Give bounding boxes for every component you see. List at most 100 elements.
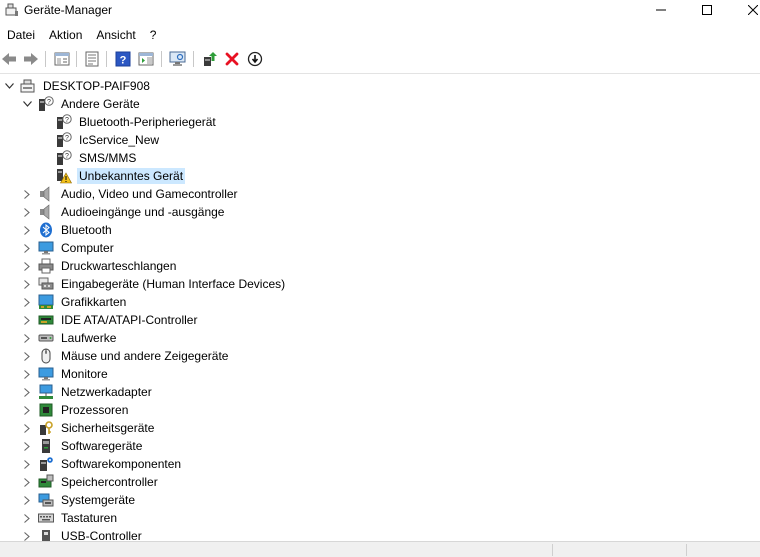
tree-category-monitors[interactable]: Monitore [22, 365, 110, 383]
tree-category-label: Monitore [61, 367, 108, 381]
tree-category-label: IDE ATA/ATAPI-Controller [61, 313, 198, 327]
close-button[interactable] [730, 0, 760, 20]
tree-device-item-selected[interactable]: Unbekanntes Gerät [56, 167, 186, 185]
tree-category-print-queues[interactable]: Druckwarteschlangen [22, 257, 178, 275]
tree-category-software-components[interactable]: Softwarekomponenten [22, 455, 183, 473]
tree-category-bluetooth[interactable]: Bluetooth [22, 221, 114, 239]
tree-category-label: Laufwerke [61, 331, 117, 345]
chevron-right-icon[interactable] [22, 293, 32, 311]
tree-category-hid[interactable]: Eingabegeräte (Human Interface Devices) [22, 275, 287, 293]
menu-help[interactable]: ? [143, 25, 164, 45]
svg-text:?: ? [65, 153, 69, 160]
tree-device-label: IcService_New [79, 133, 160, 147]
tree-category-mice[interactable]: Mäuse und andere Zeigegeräte [22, 347, 230, 365]
tree-category-processors[interactable]: Prozessoren [22, 401, 130, 419]
toolbar-separator [106, 51, 107, 67]
chevron-down-icon[interactable] [22, 95, 32, 113]
tree-category-disk-drives[interactable]: Laufwerke [22, 329, 118, 347]
chevron-right-icon[interactable] [22, 401, 32, 419]
menu-action[interactable]: Aktion [42, 25, 89, 45]
menu-file[interactable]: Datei [0, 25, 42, 45]
warning-device-icon [56, 168, 72, 184]
device-tree[interactable]: DESKTOP-PAIF908 ? Andere Geräte ? Blueto… [0, 77, 760, 541]
chevron-right-icon[interactable] [22, 491, 32, 509]
action-pane-button[interactable] [137, 50, 155, 68]
tree-category-network-adapters[interactable]: Netzwerkadapter [22, 383, 154, 401]
update-driver-button[interactable] [201, 50, 219, 68]
tree-category-label: Softwarekomponenten [61, 457, 182, 471]
tree-device-item[interactable]: ? SMS/MMS [56, 149, 138, 167]
uninstall-device-button[interactable] [223, 50, 241, 68]
chevron-right-icon[interactable] [22, 275, 32, 293]
maximize-button[interactable] [684, 0, 730, 20]
scan-hardware-button[interactable] [169, 50, 187, 68]
toolbar-divider [0, 73, 760, 74]
show-hide-console-tree-button[interactable] [53, 50, 71, 68]
unknown-device-icon: ? [56, 114, 72, 130]
display-adapter-icon [38, 294, 54, 310]
tree-category-storage-controllers[interactable]: Speichercontroller [22, 473, 160, 491]
chevron-right-icon[interactable] [22, 347, 32, 365]
tree-category-label: Netzwerkadapter [61, 385, 152, 399]
show-hide-console-tree-icon [54, 52, 70, 66]
device-manager-app-icon [5, 3, 18, 16]
menu-view[interactable]: Ansicht [89, 25, 142, 45]
tree-category-security-devices[interactable]: Sicherheitsgeräte [22, 419, 156, 437]
menu-bar: Datei Aktion Ansicht ? [0, 25, 163, 45]
tree-category-audio-video[interactable]: Audio, Video und Gamecontroller [22, 185, 240, 203]
tree-category-software-devices[interactable]: Softwaregeräte [22, 437, 144, 455]
tree-device-item[interactable]: ? Bluetooth-Peripheriegerät [56, 113, 218, 131]
chevron-right-icon[interactable] [22, 383, 32, 401]
computer-icon [20, 78, 36, 94]
back-button[interactable] [0, 50, 18, 68]
chevron-right-icon[interactable] [22, 527, 32, 541]
chevron-right-icon[interactable] [22, 203, 32, 221]
tree-category-display-adapters[interactable]: Grafikkarten [22, 293, 128, 311]
network-adapter-icon [38, 384, 54, 400]
window-title: Geräte-Manager [24, 3, 113, 17]
chevron-right-icon[interactable] [22, 329, 32, 347]
tree-category-audio-io[interactable]: Audioeingänge und -ausgänge [22, 203, 226, 221]
unknown-device-icon: ? [38, 96, 54, 112]
disable-device-button[interactable] [246, 50, 264, 68]
tree-category-label: Speichercontroller [61, 475, 158, 489]
chevron-right-icon[interactable] [22, 365, 32, 383]
tree-category-other-devices[interactable]: ? Andere Geräte [22, 95, 142, 113]
chevron-down-icon[interactable] [4, 77, 14, 95]
tree-root[interactable]: DESKTOP-PAIF908 [4, 77, 152, 95]
tree-category-label: USB-Controller [61, 529, 142, 541]
chevron-right-icon[interactable] [22, 185, 32, 203]
tree-device-label: Bluetooth-Peripheriegerät [79, 115, 216, 129]
tree-category-label: Andere Geräte [61, 97, 140, 111]
scan-hardware-icon [169, 51, 186, 66]
tree-category-label: Audio, Video und Gamecontroller [61, 187, 238, 201]
tree-device-item[interactable]: ? IcService_New [56, 131, 161, 149]
chevron-right-icon[interactable] [22, 221, 32, 239]
tree-category-keyboards[interactable]: Tastaturen [22, 509, 119, 527]
tree-category-usb-controllers[interactable]: USB-Controller [22, 527, 144, 541]
chevron-right-icon[interactable] [22, 257, 32, 275]
mouse-icon [38, 348, 54, 364]
status-bar-separator [686, 544, 687, 556]
monitor-icon [38, 366, 54, 382]
tree-device-label: Unbekanntes Gerät [77, 168, 186, 184]
tree-category-computer[interactable]: Computer [22, 239, 116, 257]
forward-button[interactable] [22, 50, 40, 68]
monitor-icon [38, 240, 54, 256]
chevron-right-icon[interactable] [22, 419, 32, 437]
tree-category-label: Softwaregeräte [61, 439, 143, 453]
chevron-right-icon[interactable] [22, 311, 32, 329]
minimize-button[interactable] [638, 0, 684, 20]
chevron-right-icon[interactable] [22, 509, 32, 527]
svg-text:?: ? [120, 55, 127, 67]
tree-category-system-devices[interactable]: Systemgeräte [22, 491, 137, 509]
properties-button[interactable] [83, 50, 101, 68]
chevron-right-icon[interactable] [22, 437, 32, 455]
chevron-right-icon[interactable] [22, 239, 32, 257]
help-icon: ? [115, 51, 131, 67]
help-button[interactable]: ? [114, 50, 132, 68]
chevron-right-icon[interactable] [22, 473, 32, 491]
action-pane-icon [138, 52, 154, 66]
tree-category-ide-controllers[interactable]: IDE ATA/ATAPI-Controller [22, 311, 199, 329]
chevron-right-icon[interactable] [22, 455, 32, 473]
